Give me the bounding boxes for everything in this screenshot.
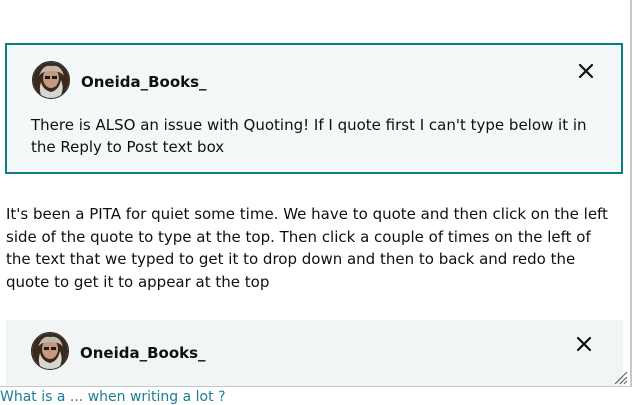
resize-handle-icon[interactable] [610,367,628,385]
reply-editor[interactable]: Oneida_Books_ There is ALSO an issue wit… [0,0,632,387]
quote-block: Oneida_Books_ [6,320,623,386]
close-icon[interactable] [574,334,594,354]
bottom-link[interactable]: What is a ... when writing a lot ? [0,389,226,405]
avatar [31,332,69,370]
quote-block: Oneida_Books_ There is ALSO an issue wit… [5,43,623,174]
close-icon[interactable] [576,61,596,81]
quote-author: Oneida_Books_ [81,73,207,91]
avatar [32,61,70,99]
editor-border [630,0,631,386]
quote-author: Oneida_Books_ [80,344,206,362]
reply-body-text[interactable]: It's been a PITA for quiet some time. We… [6,203,616,293]
quote-text: There is ALSO an issue with Quoting! If … [31,116,587,156]
